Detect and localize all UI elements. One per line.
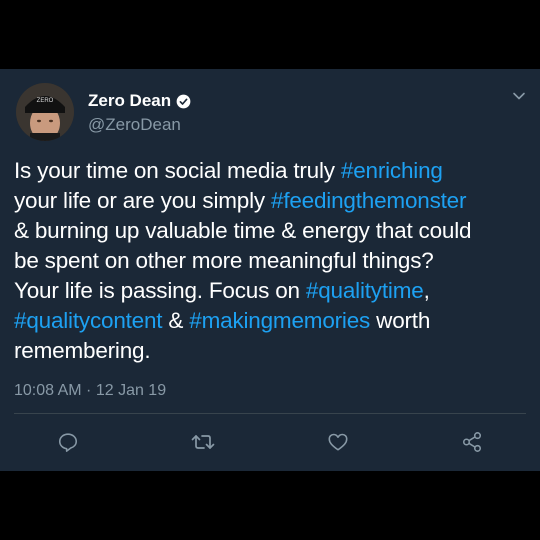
hashtag-link[interactable]: #qualitytime (306, 278, 424, 303)
like-icon[interactable] (325, 429, 351, 455)
divider (14, 413, 526, 414)
avatar[interactable]: ZERO (16, 83, 74, 141)
tweet-text-segment: Your life is passing. Focus on (14, 278, 306, 303)
cap-logo-text: ZERO (37, 98, 54, 104)
verified-badge-icon (176, 94, 191, 109)
author-handle[interactable]: @ZeroDean (88, 115, 181, 135)
tweet-text-segment: your life or are you simply (14, 188, 271, 213)
tweet-timestamp[interactable]: 10:08 AM · 12 Jan 19 (14, 381, 166, 401)
tweet-text-segment: Is your time on social media truly (14, 158, 341, 183)
tweet-card: ZERO Zero Dean @ZeroDean Is your time on… (0, 69, 540, 471)
hashtag-link[interactable]: #enriching (341, 158, 443, 183)
tweet-text-line: Is your time on social media truly #enri… (14, 156, 534, 186)
reply-icon[interactable] (55, 429, 81, 455)
tweet-text-segment: be spent on other more meaningful things… (14, 248, 434, 273)
tweet-text-segment: & burning up valuable time & energy that… (14, 218, 472, 243)
chevron-down-icon[interactable] (512, 89, 526, 103)
hashtag-link[interactable]: #makingmemories (189, 308, 370, 333)
retweet-icon[interactable] (190, 429, 216, 455)
tweet-text-line: remembering. (14, 336, 534, 366)
tweet-text-line: & burning up valuable time & energy that… (14, 216, 534, 246)
tweet-text-line: Your life is passing. Focus on #qualityt… (14, 276, 534, 306)
tweet-text-line: be spent on other more meaningful things… (14, 246, 534, 276)
tweet-text-line: your life or are you simply #feedingthem… (14, 186, 534, 216)
tweet-text-segment: worth (370, 308, 431, 333)
tweet-text-segment: & (162, 308, 190, 333)
hashtag-link[interactable]: #feedingthemonster (271, 188, 466, 213)
display-name[interactable]: Zero Dean (88, 91, 171, 111)
tweet-text: Is your time on social media truly #enri… (14, 156, 534, 366)
tweet-text-segment: , (423, 278, 430, 303)
share-icon[interactable] (459, 429, 485, 455)
action-bar (0, 425, 540, 461)
tweet-text-line: #qualitycontent & #makingmemories worth (14, 306, 534, 336)
hashtag-link[interactable]: #qualitycontent (14, 308, 163, 333)
author-name-row: Zero Dean (88, 91, 191, 111)
tweet-text-segment: remembering. (14, 338, 151, 363)
